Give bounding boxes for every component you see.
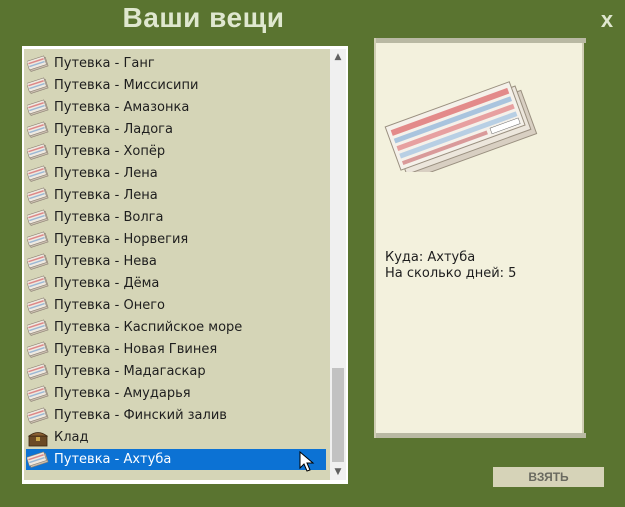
list-item-label: Путевка - Ганг [54,56,155,71]
ticket-icon [26,318,49,337]
list-item[interactable]: Путевка - Нева [26,251,326,272]
close-button[interactable]: x [596,8,618,32]
list-item[interactable]: Путевка - Финский залив [26,405,326,426]
list-item-label: Путевка - Миссисипи [54,78,199,93]
list-item-label: Путевка - Амазонка [54,100,190,115]
ticket-icon [26,450,49,469]
days-text: На сколько дней: 5 [385,266,517,281]
ticket-icon [26,164,49,183]
list-item[interactable]: Путевка - Дёма [26,273,326,294]
list-item-label: Путевка - Волга [54,210,164,225]
list-item-label: Путевка - Новая Гвинея [54,342,218,357]
detail-bottom-bar [376,433,586,438]
list-item-label: Путевка - Нева [54,254,157,269]
destination-text: Куда: Ахтуба [385,250,476,265]
item-detail-panel: Куда: Ахтуба На сколько дней: 5 [374,38,586,438]
ticket-icon [26,274,49,293]
list-item[interactable]: Путевка - Миссисипи [26,75,326,96]
ticket-icon [26,406,49,425]
item-details: Куда: Ахтуба На сколько дней: 5 [385,250,516,282]
list-item[interactable]: Путевка - Ганг [26,53,326,74]
list-item-label: Путевка - Мадагаскар [54,364,206,379]
list-item[interactable]: Путевка - Лена [26,185,326,206]
list-item[interactable]: Путевка - Лена [26,163,326,184]
ticket-icon [26,340,49,359]
list-item[interactable]: Путевка - Новая Гвинея [26,339,326,360]
ticket-icon [26,296,49,315]
treasure-chest-icon [27,429,49,447]
ticket-icon [26,54,49,73]
scrollbar-thumb[interactable] [332,368,344,462]
list-item[interactable]: Путевка - Хопёр [26,141,326,162]
list-item-label: Путевка - Амударья [54,386,191,401]
list-item[interactable]: Путевка - Амазонка [26,97,326,118]
ticket-icon [26,142,49,161]
list-item-label: Путевка - Лена [54,188,158,203]
list-item-label: Путевка - Каспийское море [54,320,243,335]
list-item-label: Клад [54,430,89,445]
list-item-label: Путевка - Хопёр [54,144,166,159]
list-item-label: Путевка - Ладога [54,122,173,137]
ticket-icon [26,76,49,95]
list-item-label: Путевка - Лена [54,166,158,181]
inventory-list[interactable]: Путевка - Ганг Путевка - Миссисипи Путевка… [24,49,330,480]
ticket-icon [26,208,49,227]
list-item[interactable]: Путевка - Ладога [26,119,326,140]
take-button[interactable]: ВЗЯТЬ [493,467,604,487]
list-item[interactable]: Путевка - Амударья [26,383,326,404]
inventory-list-panel: Путевка - Ганг Путевка - Миссисипи Путевка… [22,46,348,484]
scrollbar[interactable]: ▲ ▼ [330,49,346,480]
list-item[interactable]: Путевка - Каспийское море [26,317,326,338]
list-item[interactable]: Путевка - Онего [26,295,326,316]
mouse-cursor-icon [299,451,315,472]
list-item[interactable]: Путевка - Волга [26,207,326,228]
list-item-selected[interactable]: Путевка - Ахтуба [26,449,326,470]
list-item-label: Путевка - Ахтуба [54,452,172,467]
list-item-label: Путевка - Онего [54,298,165,313]
ticket-icon [26,362,49,381]
window-title: Ваши вещи [122,2,285,33]
list-item[interactable]: Путевка - Норвегия [26,229,326,250]
scroll-up-icon[interactable]: ▲ [330,49,346,65]
list-item[interactable]: Путевка - Мадагаскар [26,361,326,382]
ticket-bundle-icon [384,81,538,172]
ticket-icon [26,384,49,403]
detail-top-bar [376,38,586,43]
ticket-icon [26,252,49,271]
list-item-label: Путевка - Норвегия [54,232,189,247]
list-item-label: Путевка - Финский залив [54,408,227,423]
ticket-icon [26,186,49,205]
ticket-icon [26,120,49,139]
list-item-label: Путевка - Дёма [54,276,160,291]
scroll-down-icon[interactable]: ▼ [330,464,346,480]
ticket-icon [26,98,49,117]
ticket-icon [26,230,49,249]
list-item[interactable]: Клад [26,427,326,448]
